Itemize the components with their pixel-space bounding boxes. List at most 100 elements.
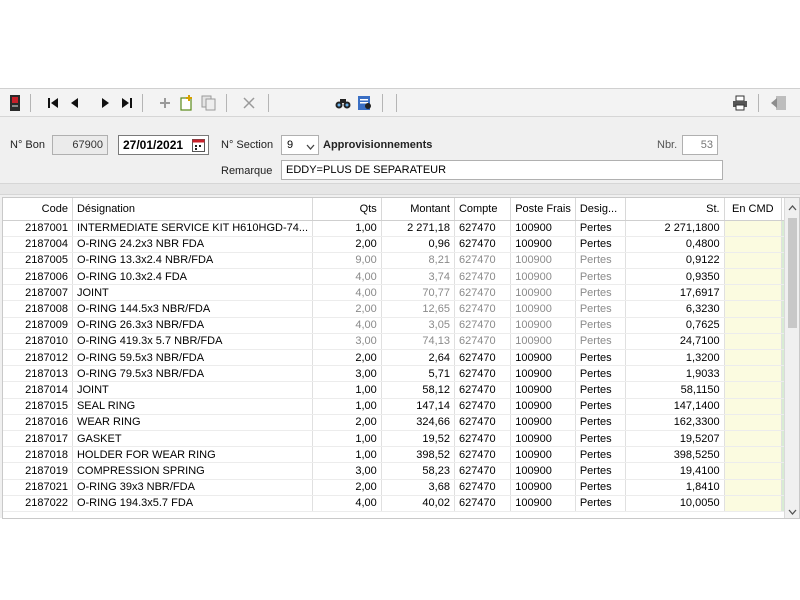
table-cell: 4,00 — [312, 268, 382, 286]
remarque-field[interactable]: EDDY=PLUS DE SEPARATEUR — [281, 160, 723, 180]
prev-record-icon[interactable] — [66, 93, 84, 113]
last-record-icon[interactable] — [118, 93, 136, 113]
table-cell: 1,00 — [312, 220, 382, 237]
chevron-up-icon[interactable] — [788, 202, 797, 214]
section-select[interactable]: 9 — [281, 135, 319, 155]
table-cell: 398,5250 — [625, 446, 725, 464]
table-cell: 2187007 — [3, 284, 73, 302]
table-cell: O-RING 13.3x2.4 NBR/FDA — [72, 252, 314, 270]
table-row[interactable]: 2187017 GASKET 1,00 19,52 627470 100900 Pertes… — [3, 430, 799, 448]
table-row[interactable]: 2187005 O-RING 13.3x2.4 NBR/FDA 9,00 8,21 62… — [3, 252, 799, 270]
table-cell: 627470 — [454, 300, 512, 318]
table-cell: 162,3300 — [625, 414, 725, 431]
table-cell: 1,00 — [312, 398, 382, 415]
column-header[interactable]: Desig... — [575, 198, 627, 221]
table-cell: O-RING 10.3x2.4 FDA — [72, 268, 314, 286]
table-cell: O-RING 194.3x5.7 FDA — [72, 495, 314, 512]
table-cell: 100900 — [510, 365, 576, 383]
table-row[interactable]: 2187022 O-RING 194.3x5.7 FDA 4,00 40,02 6274… — [3, 495, 799, 512]
vertical-scrollbar[interactable] — [784, 198, 799, 518]
main-window: N° Bon 67900 27/01/2021 N° Section 9 App… — [0, 88, 800, 519]
table-cell: 627470 — [454, 268, 512, 286]
table-row[interactable]: 2187010 O-RING 419.3x 5.7 NBR/FDA 3,00 74,1… — [3, 333, 799, 351]
search-icon[interactable] — [334, 93, 352, 113]
items-grid: Code Désignation Qts Montant Compte Poste Fra… — [2, 197, 800, 519]
table-cell: 2187009 — [3, 317, 73, 334]
table-cell: 627470 — [454, 317, 512, 334]
copy-document-icon[interactable] — [200, 93, 218, 113]
column-header[interactable]: Code — [3, 198, 73, 221]
table-row[interactable]: 2187009 O-RING 26.3x3 NBR/FDA 4,00 3,05 6274… — [3, 317, 799, 334]
exit-icon[interactable] — [6, 93, 24, 113]
delete-icon[interactable] — [240, 93, 258, 113]
table-row[interactable]: 2187021 O-RING 39x3 NBR/FDA 2,00 3,68 627470… — [3, 479, 799, 496]
first-record-icon[interactable] — [44, 93, 62, 113]
table-cell: 2 271,18 — [381, 220, 455, 237]
table-cell: 100900 — [510, 381, 576, 399]
column-header[interactable]: Poste Frais — [510, 198, 576, 221]
chevron-down-icon[interactable] — [788, 506, 797, 518]
search-document-icon[interactable] — [356, 93, 374, 113]
scrollbar-thumb[interactable] — [788, 218, 797, 328]
table-row[interactable]: 2187016 WEAR RING 2,00 324,66 627470 100900 Pe… — [3, 414, 799, 431]
table-cell: 627470 — [454, 333, 512, 351]
table-cell: 0,96 — [381, 236, 455, 253]
table-row[interactable]: 2187008 O-RING 144.5x3 NBR/FDA 2,00 12,65 62… — [3, 300, 799, 318]
table-row[interactable]: 2187013 O-RING 79.5x3 NBR/FDA 3,00 5,71 6274… — [3, 365, 799, 383]
table-row[interactable]: 2187006 O-RING 10.3x2.4 FDA 4,00 3,74 627470… — [3, 268, 799, 286]
column-header[interactable]: Qts — [312, 198, 382, 221]
new-document-icon[interactable] — [178, 93, 196, 113]
table-cell: O-RING 144.5x3 NBR/FDA — [72, 300, 314, 318]
print-icon[interactable] — [730, 93, 750, 113]
add-icon[interactable] — [156, 93, 174, 113]
table-row[interactable]: 2187018 HOLDER FOR WEAR RING 1,00 398,52 627… — [3, 446, 799, 464]
table-cell — [724, 349, 782, 367]
table-cell: Pertes — [575, 333, 627, 351]
table-cell: 2187018 — [3, 446, 73, 464]
table-row[interactable]: 2187019 COMPRESSION SPRING 3,00 58,23 627470… — [3, 462, 799, 480]
column-header[interactable]: Montant — [381, 198, 455, 221]
table-cell: 19,4100 — [625, 462, 725, 480]
bon-number-field[interactable]: 67900 — [52, 135, 108, 155]
column-header[interactable]: St. — [625, 198, 725, 221]
table-cell: 100900 — [510, 252, 576, 270]
table-row[interactable]: 2187007 JOINT 4,00 70,77 627470 100900 Pertes 1… — [3, 284, 799, 302]
table-row[interactable]: 2187001 INTERMEDIATE SERVICE KIT H610HGD-… — [3, 220, 799, 237]
table-cell: JOINT — [72, 381, 314, 399]
table-cell: 2187010 — [3, 333, 73, 351]
table-cell: 12,65 — [381, 300, 455, 318]
table-cell: 40,02 — [381, 495, 455, 512]
table-cell: SEAL RING — [72, 398, 314, 415]
table-cell: 100900 — [510, 220, 576, 237]
table-cell: 398,52 — [381, 446, 455, 464]
table-row[interactable]: 2187014 JOINT 1,00 58,12 627470 100900 Pertes 5… — [3, 381, 799, 399]
table-cell: 2187022 — [3, 495, 73, 512]
table-cell: 2187021 — [3, 479, 73, 496]
table-cell: 58,12 — [381, 381, 455, 399]
table-cell: 1,00 — [312, 430, 382, 448]
items-table: Code Désignation Qts Montant Compte Poste Fra… — [3, 198, 799, 512]
table-cell: Pertes — [575, 220, 627, 237]
table-cell: 0,4800 — [625, 236, 725, 253]
table-cell: 19,5207 — [625, 430, 725, 448]
table-cell: 3,00 — [312, 333, 382, 351]
table-cell: 2187001 — [3, 220, 73, 237]
export-icon[interactable] — [768, 93, 790, 113]
table-cell: 2187014 — [3, 381, 73, 399]
table-cell: 2187008 — [3, 300, 73, 318]
table-cell: Pertes — [575, 381, 627, 399]
column-header[interactable]: Désignation — [72, 198, 314, 221]
column-header[interactable]: Compte — [454, 198, 512, 221]
calendar-icon[interactable] — [192, 138, 205, 155]
next-record-icon[interactable] — [96, 93, 114, 113]
table-cell: 627470 — [454, 284, 512, 302]
remarque-label: Remarque — [221, 165, 273, 177]
table-row[interactable]: 2187004 O-RING 24.2x3 NBR FDA 2,00 0,96 6274… — [3, 236, 799, 253]
section-name: Approvisionnements — [323, 139, 433, 151]
table-cell: Pertes — [575, 349, 627, 367]
table-cell: Pertes — [575, 300, 627, 318]
table-cell: 1,00 — [312, 446, 382, 464]
column-header[interactable]: En CMD — [724, 198, 782, 221]
table-row[interactable]: 2187012 O-RING 59.5x3 NBR/FDA 2,00 2,64 6274… — [3, 349, 799, 367]
table-row[interactable]: 2187015 SEAL RING 1,00 147,14 627470 100900 Pe… — [3, 398, 799, 415]
